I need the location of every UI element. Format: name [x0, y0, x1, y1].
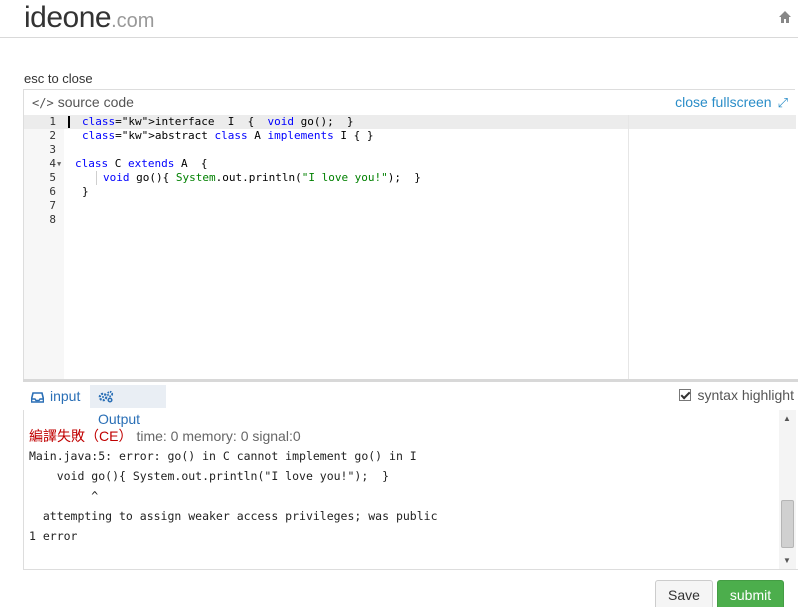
line-number: 2	[49, 129, 56, 142]
source-code-label: </> source code	[32, 94, 134, 110]
close-fullscreen-label: close fullscreen	[675, 94, 772, 110]
gears-icon	[98, 390, 114, 403]
esc-hint: esc to close	[24, 71, 93, 86]
indent-guide	[96, 171, 97, 185]
source-code-title: source code	[57, 94, 134, 110]
compiler-output: Main.java:5: error: go() in C cannot imp…	[29, 449, 438, 543]
line-number: 8	[49, 213, 56, 226]
code-icon: </>	[32, 96, 54, 110]
top-header: ideone.com	[0, 0, 798, 38]
print-margin	[628, 115, 629, 380]
syntax-highlight-checkbox[interactable]	[679, 389, 692, 401]
fold-arrow-icon[interactable]: ▼	[57, 157, 61, 171]
scroll-up-icon[interactable]: ▲	[783, 414, 791, 423]
code-text: class="kw">abstract class A implements I…	[82, 129, 374, 142]
close-fullscreen-link[interactable]: close fullscreen ⤢	[675, 94, 788, 111]
line-number: 5	[49, 171, 56, 184]
text-cursor	[68, 116, 70, 128]
expand-icon: ⤢	[777, 95, 788, 110]
ideone-logo[interactable]: ideone.com	[24, 0, 154, 39]
line-number: 4	[49, 157, 56, 170]
line-number: 1	[49, 115, 56, 128]
scroll-down-icon[interactable]: ▼	[783, 556, 791, 565]
tab-output[interactable]: Output	[90, 385, 166, 427]
code-text: class C extends A {	[75, 157, 208, 170]
submit-button[interactable]: submit	[717, 580, 784, 607]
code-text: class="kw">interface I { void go(); }	[82, 115, 354, 128]
syntax-highlight-toggle[interactable]: syntax highlight	[679, 387, 794, 403]
code-text: void go(){ System.out.println("I love yo…	[103, 171, 421, 184]
code-editor[interactable]: 1 class="kw">interface I { void go(); } 2 c…	[24, 115, 796, 380]
scrollbar-thumb[interactable]	[781, 500, 794, 548]
input-icon	[30, 392, 45, 403]
logo-tld: .com	[111, 10, 155, 32]
io-tabs: input Output syntax highlight	[23, 383, 798, 427]
syntax-highlight-label: syntax highlight	[697, 387, 794, 403]
compile-error-label: 編譯失敗（CE）	[29, 428, 133, 444]
panel-header: </> source code close fullscreen ⤢	[24, 90, 796, 115]
line-number: 6	[49, 185, 56, 198]
line-number: 7	[49, 199, 56, 212]
source-code-panel: </> source code close fullscreen ⤢ 1 class=…	[23, 89, 796, 381]
tab-input-label: input	[50, 388, 81, 404]
save-button[interactable]: Save	[655, 580, 713, 607]
code-text: }	[82, 185, 89, 198]
run-stats: time: 0 memory: 0 signal:0	[136, 428, 301, 444]
panel-splitter[interactable]	[23, 379, 798, 382]
output-scrollbar[interactable]: ▲ ▼	[779, 410, 796, 569]
home-icon[interactable]	[778, 10, 792, 24]
tab-input[interactable]: input	[23, 385, 91, 408]
logo-main: ideone	[24, 1, 112, 34]
compile-status: 編譯失敗（CE） time: 0 memory: 0 signal:0	[29, 426, 301, 446]
line-number: 3	[49, 143, 56, 156]
output-area: 編譯失敗（CE） time: 0 memory: 0 signal:0 Main.…	[23, 410, 798, 570]
